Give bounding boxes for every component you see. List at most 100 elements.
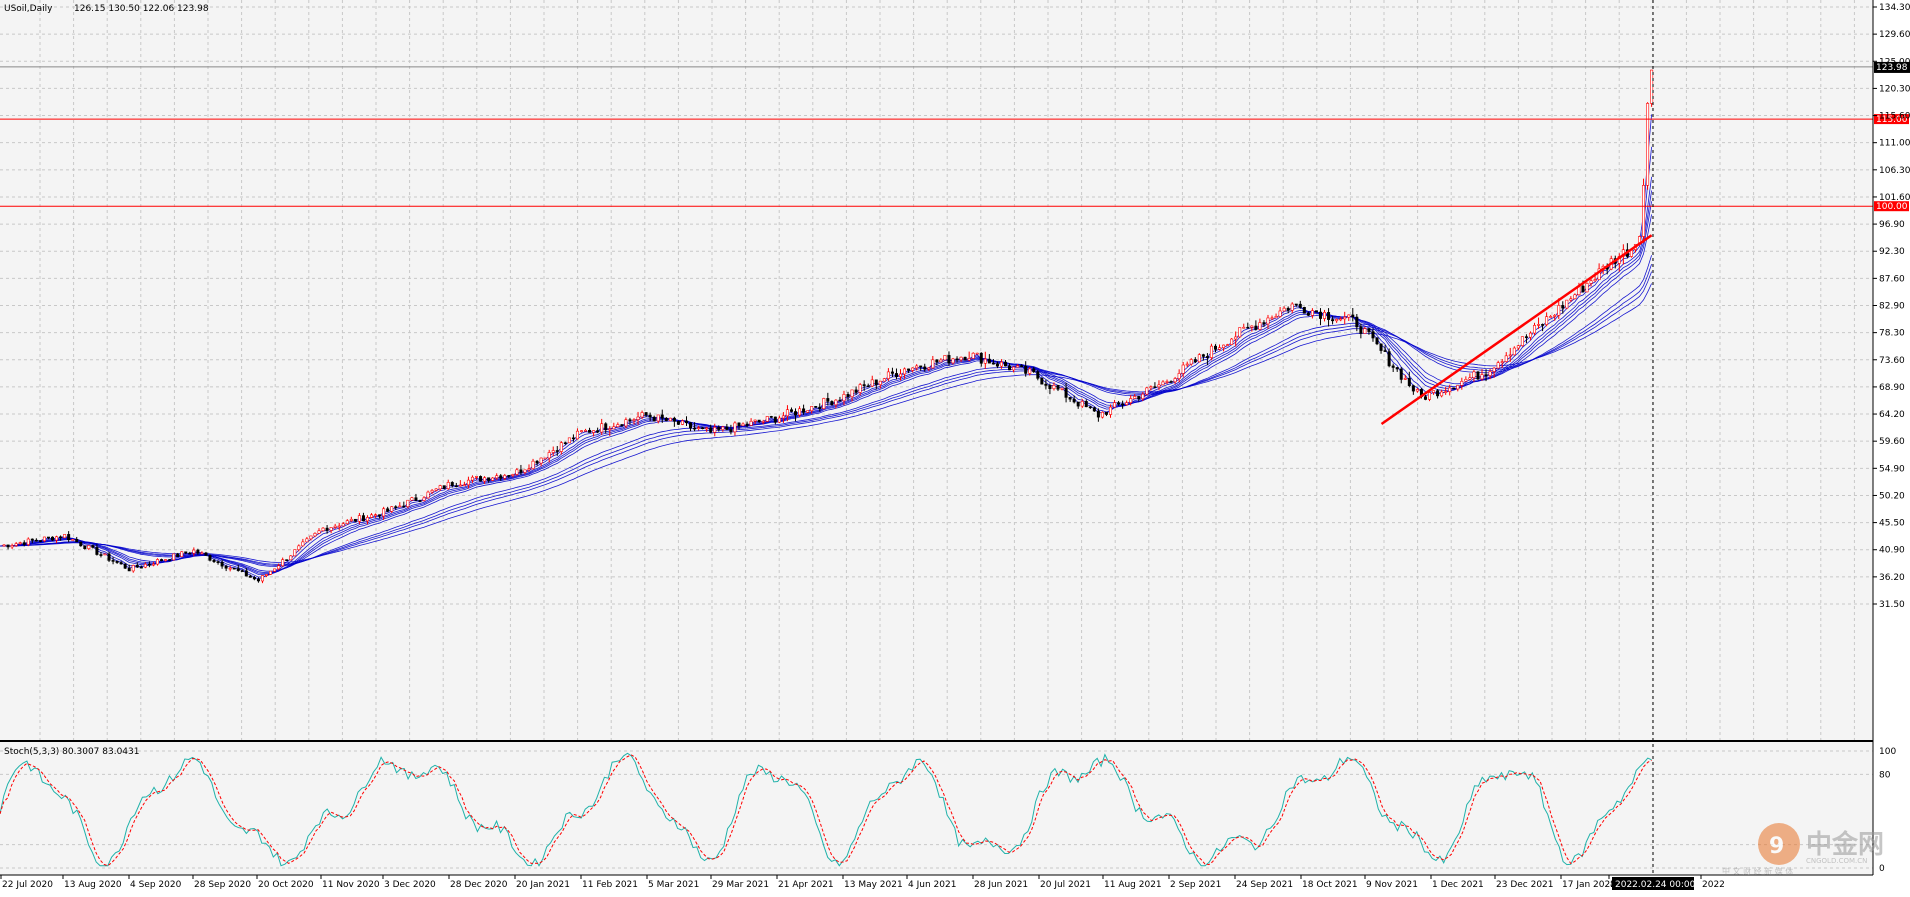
- time-tick-label: 20 Jan 2021: [516, 880, 570, 890]
- candle-body: [1363, 328, 1367, 334]
- candle-body: [971, 352, 975, 359]
- candle-body: [273, 568, 277, 572]
- candle-body: [434, 488, 438, 491]
- candle-body: [995, 363, 999, 367]
- candle-body: [59, 536, 63, 539]
- candle-body: [1347, 314, 1351, 318]
- candle-body: [18, 542, 22, 544]
- candle-body: [733, 422, 737, 433]
- time-tick-label: 11 Feb 2021: [582, 880, 638, 890]
- candle-body: [248, 575, 252, 578]
- candle-body: [160, 559, 164, 561]
- price-tick-label: 115.60: [1879, 112, 1910, 122]
- price-scale: 134.30129.60125.00120.30115.60111.00106.…: [1873, 3, 1910, 610]
- time-tick-label: 28 Jun 2021: [974, 880, 1028, 890]
- time-tick-label: 24 Sep 2021: [1236, 880, 1293, 890]
- candle-body: [1076, 401, 1080, 407]
- candle-body: [1565, 299, 1569, 309]
- time-tick-label: 1 Dec 2021: [1432, 880, 1484, 890]
- candle-body: [511, 474, 515, 476]
- candle-body: [539, 457, 543, 464]
- candle-body: [1052, 385, 1056, 390]
- candle-body: [1508, 354, 1512, 357]
- candle-body: [1359, 326, 1363, 334]
- candle-body: [604, 423, 608, 431]
- candle-body: [475, 476, 479, 478]
- candle-body: [1323, 312, 1327, 319]
- candle-body: [14, 543, 18, 546]
- candle-body: [458, 484, 462, 487]
- candle-body: [349, 518, 353, 521]
- time-tick-label: 13 May 2021: [844, 880, 903, 890]
- candle-body: [1541, 324, 1545, 326]
- candle-body: [1020, 365, 1024, 367]
- candle-body: [935, 359, 939, 363]
- candle-body: [42, 536, 46, 542]
- candle-body: [519, 469, 523, 473]
- candle-body: [6, 544, 10, 548]
- candle-body: [446, 482, 450, 489]
- candle-body: [1056, 385, 1060, 390]
- candle-body: [1585, 283, 1589, 293]
- candle-body: [769, 416, 773, 418]
- candle-body: [1642, 185, 1646, 237]
- candle-body: [979, 352, 983, 364]
- price-chart[interactable]: 115.00100.00 134.30129.60125.00120.30115…: [0, 0, 1910, 893]
- candle-body: [297, 545, 301, 550]
- candle-body: [91, 545, 95, 548]
- candle-body: [1399, 368, 1403, 380]
- candle-body: [745, 423, 749, 426]
- candle-body: [1108, 406, 1112, 415]
- candle-body: [123, 563, 127, 569]
- candle-body: [353, 518, 357, 522]
- candle-body: [398, 505, 402, 508]
- price-tick-label: 45.50: [1879, 519, 1905, 529]
- candle-body: [1504, 355, 1508, 362]
- candle-body: [1169, 381, 1173, 383]
- candle-body: [454, 485, 458, 487]
- candle-body: [600, 423, 604, 433]
- stoch-plot-area[interactable]: [0, 742, 1873, 875]
- candle-body: [442, 485, 446, 489]
- candle-body: [1185, 363, 1189, 366]
- candle-body: [1201, 354, 1205, 357]
- candle-body: [717, 427, 721, 430]
- candle-body: [955, 358, 959, 361]
- candle-body: [1036, 371, 1040, 379]
- candle-body: [842, 394, 846, 402]
- candle-body: [535, 460, 539, 464]
- candle-body: [1524, 336, 1528, 338]
- candle-body: [1343, 316, 1347, 320]
- time-tick-label: 29 Mar 2021: [712, 880, 769, 890]
- candle-body: [1278, 310, 1282, 317]
- candle-body: [483, 477, 487, 482]
- main-plot-area[interactable]: [0, 0, 1873, 740]
- candle-body: [1250, 325, 1254, 328]
- candle-body: [1096, 410, 1100, 418]
- watermark-domain: CNGOLD.COM.CN: [1806, 857, 1867, 865]
- time-tick-label: 28 Dec 2020: [450, 880, 508, 890]
- candle-body: [208, 555, 212, 561]
- candle-body: [1351, 314, 1355, 318]
- level-label: 100.00: [1876, 202, 1908, 212]
- candle-body: [644, 412, 648, 416]
- candle-body: [99, 554, 103, 556]
- time-tick-label: 3 Dec 2020: [384, 880, 436, 890]
- candle-body: [1476, 371, 1480, 380]
- candle-body: [1149, 386, 1153, 389]
- candle-body: [1181, 364, 1185, 374]
- candle-body: [1234, 336, 1238, 340]
- candle-body: [911, 367, 915, 371]
- candle-body: [1258, 322, 1262, 330]
- candle-body: [1569, 298, 1573, 301]
- candle-body: [854, 389, 858, 393]
- candle-body: [1177, 373, 1181, 379]
- candle-body: [640, 412, 644, 418]
- price-tick-label: 59.60: [1879, 437, 1905, 447]
- candle-body: [168, 559, 172, 561]
- candle-body: [1048, 385, 1052, 390]
- candle-body: [164, 559, 168, 561]
- candle-body: [426, 491, 430, 499]
- candle-body: [834, 399, 838, 406]
- candle-body: [10, 545, 14, 548]
